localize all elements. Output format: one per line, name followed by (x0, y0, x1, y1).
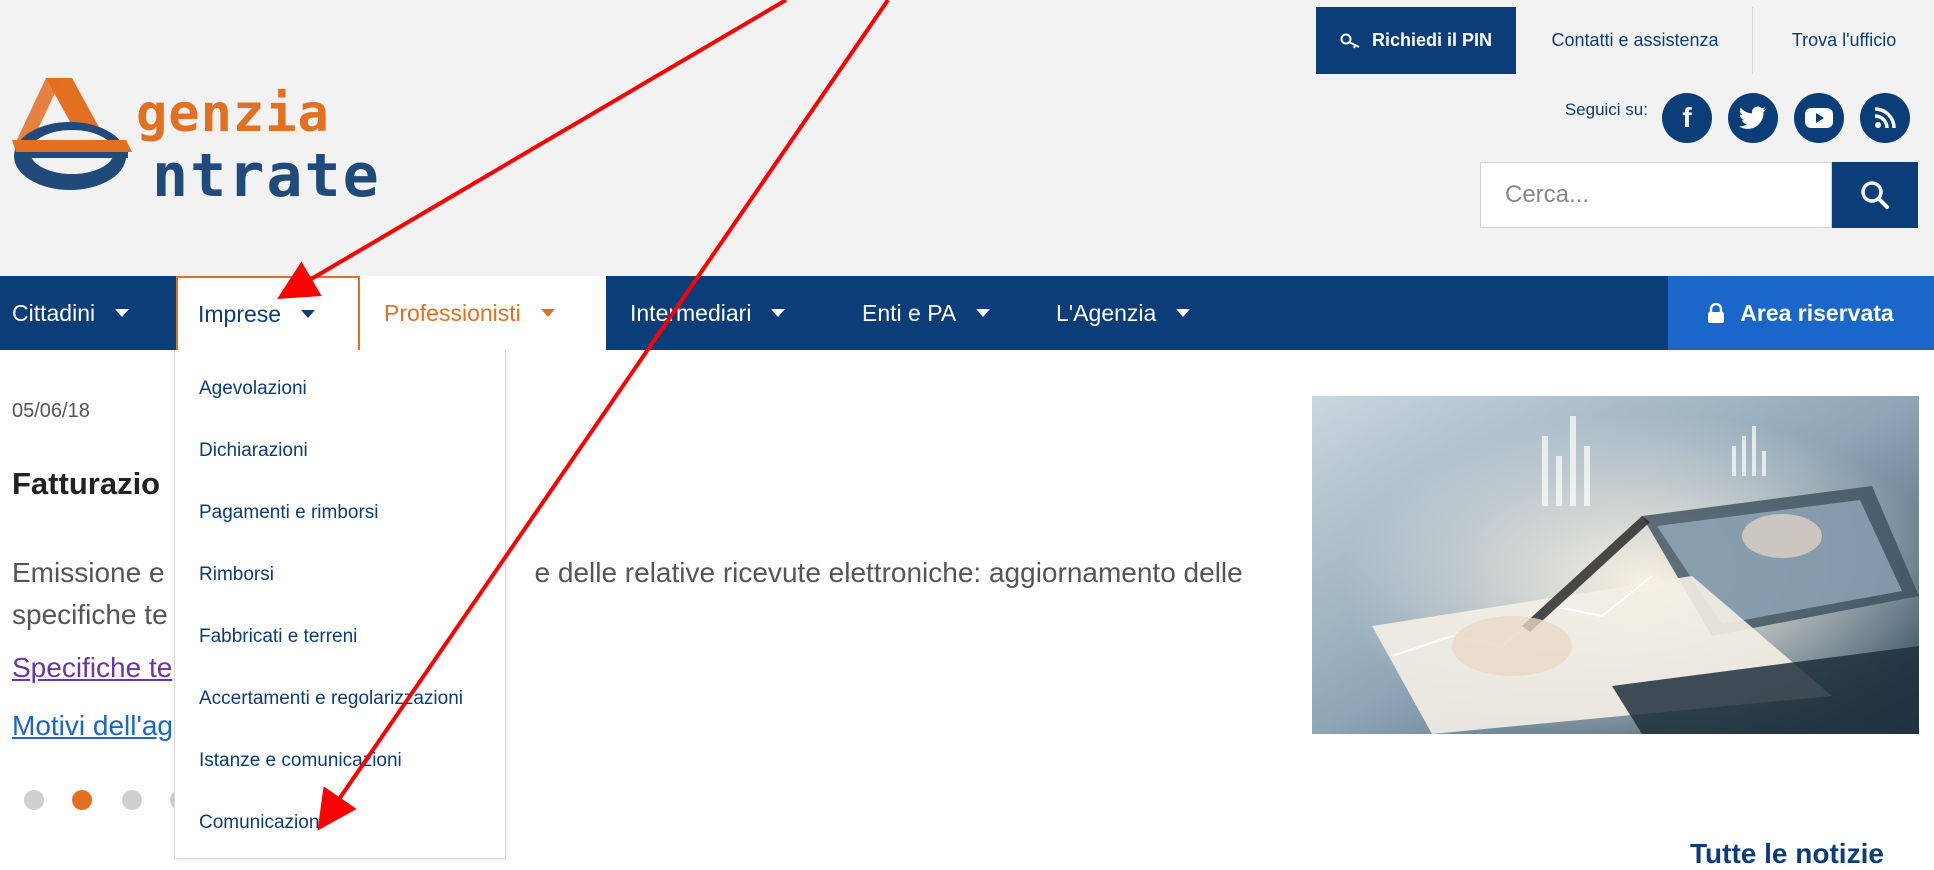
nav-imprese[interactable]: Imprese (176, 276, 360, 350)
main-nav: Cittadini Imprese Professionisti Interme… (0, 276, 1934, 350)
menu-item-dichiarazioni[interactable]: Dichiarazioni (199, 440, 308, 462)
nav-agenzia[interactable]: L'Agenzia (1056, 276, 1191, 350)
request-pin-button[interactable]: Richiedi il PIN (1316, 7, 1516, 74)
news-date: 05/06/18 (12, 400, 90, 422)
chevron-down-icon (115, 309, 130, 317)
key-icon (1340, 33, 1360, 48)
menu-item-rimborsi[interactable]: Rimborsi (199, 564, 274, 586)
news-abstract-end: e delle relative ricevute elettroniche: … (534, 557, 1243, 588)
chevron-down-icon (540, 309, 555, 317)
chevron-down-icon (1176, 309, 1191, 317)
nav-cittadini-label: Cittadini (12, 299, 96, 326)
reserved-area-button[interactable]: Area riservata (1668, 276, 1934, 350)
nav-intermediari-label: Intermediari (630, 299, 752, 326)
nav-professionisti-label: Professionisti (384, 299, 521, 326)
rss-icon[interactable] (1860, 93, 1910, 143)
menu-item-fabbricati-terreni[interactable]: Fabbricati e terreni (199, 626, 357, 648)
logo-emblem-icon (12, 78, 132, 190)
news-image (1312, 396, 1919, 734)
lock-icon (1708, 303, 1725, 323)
youtube-icon[interactable] (1794, 93, 1844, 143)
nav-enti-pa-label: Enti e PA (862, 299, 957, 326)
find-office-link[interactable]: Trova l'ufficio (1752, 7, 1934, 74)
logo-text-ntrate: ntrate (152, 141, 381, 211)
carousel-dot[interactable] (24, 790, 44, 810)
facebook-icon[interactable]: f (1662, 93, 1712, 143)
reasons-link[interactable]: Motivi dell'ag (12, 710, 173, 742)
news-abstract-line2: specifiche te (12, 599, 168, 630)
imprese-dropdown-menu: Agevolazioni Dichiarazioni Pagamenti e r… (174, 350, 506, 859)
social-label: Seguici su: (1564, 100, 1648, 119)
carousel-dot-active[interactable] (72, 790, 92, 810)
menu-item-accertamenti[interactable]: Accertamenti e regolarizzazioni (199, 688, 463, 710)
search-icon (1861, 181, 1889, 209)
nav-cittadini[interactable]: Cittadini (12, 276, 130, 350)
carousel-dot[interactable] (122, 790, 142, 810)
menu-item-agevolazioni[interactable]: Agevolazioni (199, 378, 307, 400)
menu-item-istanze-comunicazioni[interactable]: Istanze e comunicazioni (199, 750, 402, 772)
contact-link[interactable]: Contatti e assistenza (1520, 7, 1750, 74)
logo-text-genzia: genzia (136, 84, 330, 144)
reserved-area-label: Area riservata (1740, 299, 1894, 326)
twitter-icon[interactable] (1728, 93, 1778, 143)
chevron-down-icon (301, 310, 316, 318)
nav-intermediari[interactable]: Intermediari (630, 276, 786, 350)
menu-item-comunicazioni[interactable]: Comunicazioni (199, 812, 324, 834)
news-headline[interactable]: Fatturazio (12, 466, 160, 502)
search-button[interactable] (1832, 162, 1918, 228)
agenzia-entrate-logo[interactable]: genzia ntrate (8, 70, 428, 206)
news-abstract-start: Emissione e (12, 557, 165, 588)
menu-item-pagamenti-rimborsi[interactable]: Pagamenti e rimborsi (199, 502, 379, 524)
nav-imprese-label: Imprese (198, 300, 282, 327)
nav-professionisti[interactable]: Professionisti (360, 276, 606, 350)
all-news-link[interactable]: Tutte le notizie (1690, 838, 1884, 870)
search-input[interactable] (1480, 162, 1832, 228)
request-pin-label: Richiedi il PIN (1371, 30, 1493, 50)
specs-link[interactable]: Specifiche te (12, 652, 172, 684)
chevron-down-icon (976, 309, 991, 317)
chevron-down-icon (771, 309, 786, 317)
nav-enti-pa[interactable]: Enti e PA (862, 276, 991, 350)
nav-agenzia-label: L'Agenzia (1056, 299, 1157, 326)
